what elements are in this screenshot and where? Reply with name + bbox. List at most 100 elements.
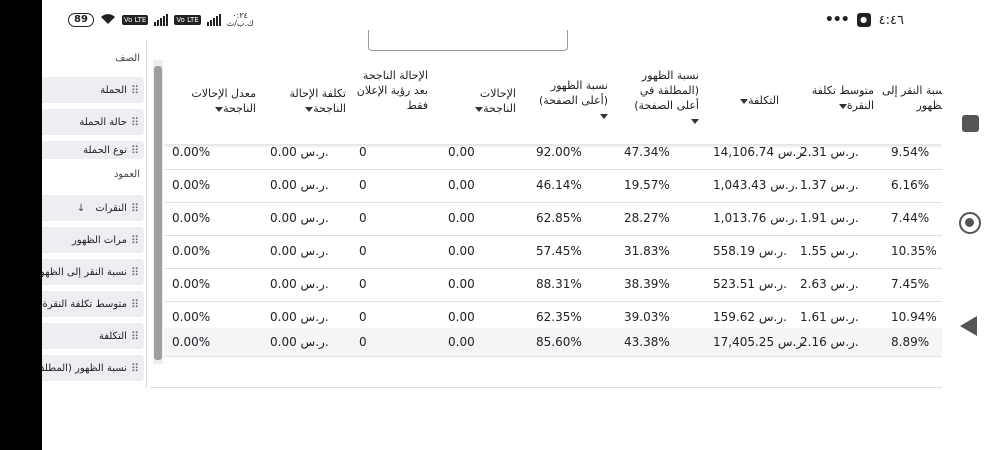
column-chip-clicks[interactable]: ↓ النقرات ⠿	[42, 195, 144, 221]
chip-label: نوع الحملة	[83, 144, 127, 156]
table-cell: 558.19 ر.س.	[713, 244, 787, 258]
rows-header: الصف	[115, 53, 140, 64]
table-cell: 0.00%	[172, 211, 211, 225]
header-label: تكلفة الإحالة الناجحة	[289, 87, 346, 115]
table-cell: 1.91 ر.س.	[800, 211, 859, 225]
header-top[interactable]: نسبة الظهور (أعلى الصفحة)	[536, 78, 608, 123]
header-conversions[interactable]: الإحالات الناجحة	[444, 86, 516, 116]
table-cell: 6.16%	[891, 178, 930, 192]
chip-label: مرات الظهور	[72, 234, 127, 246]
table-cell: 1.55 ر.س.	[800, 244, 859, 258]
table-cell: 0	[359, 277, 367, 291]
drag-handle-icon[interactable]: ⠿	[131, 266, 139, 279]
header-label: التكلفة	[748, 94, 779, 107]
table-cell: 0.00	[448, 244, 475, 258]
table-cell: 0.00 ر.س.	[270, 277, 329, 291]
table-cell: 46.14%	[536, 178, 582, 192]
table-cell: 31.83%	[624, 244, 670, 258]
table-cell: 0	[359, 178, 367, 192]
header-abs-top[interactable]: نسبة الظهور (المطلقة في أعلى الصفحة)	[624, 68, 699, 128]
header-cost-per-conv[interactable]: تكلفة الإحالة الناجحة	[268, 86, 346, 116]
table-cell: 62.85%	[536, 211, 582, 225]
left-black-bar	[0, 0, 42, 450]
table-cell: 0.00 ر.س.	[270, 244, 329, 258]
table-cell: 2.63 ر.س.	[800, 277, 859, 291]
table-cell: 8.89%	[891, 335, 930, 349]
chip-label: التكلفة	[98, 330, 127, 342]
sort-down-icon[interactable]: ↓	[77, 203, 85, 214]
signal-icon	[154, 14, 169, 26]
more-icon: •••	[824, 12, 850, 28]
drag-handle-icon[interactable]: ⠿	[131, 202, 139, 215]
drag-handle-icon[interactable]: ⠿	[131, 362, 139, 375]
header-ctr[interactable]: نسبة النقر إلى الظهور	[878, 83, 942, 113]
table-cell: 0.00	[448, 211, 475, 225]
status-left: 89 Vo LTE Vo LTE ٠:٢٤ ك.ب/ث	[68, 12, 254, 28]
columns-header: العمود	[113, 169, 140, 180]
header-avg-cpc[interactable]: متوسط تكلفة النقرة	[804, 83, 874, 113]
table-cell: 0.00	[448, 335, 475, 349]
table-cell: 0.00 ر.س.	[270, 211, 329, 225]
network-speed: ٠:٢٤ ك.ب/ث	[227, 12, 254, 28]
drag-handle-icon[interactable]: ⠿	[131, 298, 139, 311]
column-chip-ctr[interactable]: نسبة النقر إلى الظهور ⠿	[42, 259, 144, 285]
drag-handle-icon[interactable]: ⠿	[131, 330, 139, 343]
home-icon[interactable]	[959, 212, 981, 234]
table-cell: 10.35%	[891, 244, 937, 258]
sort-caret-icon[interactable]	[838, 103, 847, 109]
sort-caret-icon[interactable]	[691, 118, 699, 124]
header-label: نسبة النقر إلى الظهور	[881, 84, 942, 112]
volte-badge: Vo LTE	[121, 15, 149, 25]
sort-caret-icon[interactable]	[475, 106, 484, 112]
table-cell: 523.51 ر.س.	[713, 277, 787, 291]
table-bottom-border	[150, 387, 942, 388]
table-cell: 0	[359, 335, 367, 349]
table-cell: 2.16 ر.س.	[800, 335, 859, 349]
table-cell: 7.45%	[891, 277, 930, 291]
header-view-through[interactable]: الإحالة الناجحة بعد رؤية الإعلان فقط	[356, 68, 428, 113]
column-chip-impressions[interactable]: مرات الظهور ⠿	[42, 227, 144, 253]
pivot-sidebar: الصف الحملة ⠿ حالة الحملة ⠿ نوع الحملة ⠿…	[42, 40, 146, 390]
table-cell: 17,405.25 ر.س.	[713, 335, 806, 349]
back-icon[interactable]	[960, 316, 977, 336]
table-row: 7.44% 1.91 ر.س. 1,013.76 ر.س. 28.27% 62.85% 0…	[164, 202, 942, 236]
column-chip-avg-cpc[interactable]: متوسط تكلفة النقرة ⠿	[42, 291, 144, 317]
sort-caret-icon[interactable]	[740, 98, 749, 104]
chip-label: حالة الحملة	[79, 116, 127, 128]
navigation-bar	[942, 0, 1000, 450]
row-chip-campaign-status[interactable]: حالة الحملة ⠿	[42, 109, 144, 135]
sort-caret-icon[interactable]	[215, 106, 224, 112]
drag-handle-icon[interactable]: ⠿	[131, 84, 139, 97]
scrollbar-thumb[interactable]	[154, 66, 162, 360]
chip-label: متوسط تكلفة النقرة	[42, 298, 127, 310]
table-header: نسبة النقر إلى الظهور متوسط تكلفة النقرة…	[164, 58, 942, 144]
row-chip-campaign[interactable]: الحملة ⠿	[42, 77, 144, 103]
table-cell: 7.44%	[891, 211, 930, 225]
top-dropdown[interactable]	[368, 30, 568, 51]
header-conv-rate[interactable]: معدل الإحالات الناجحة	[172, 86, 256, 116]
network-speed-unit: ك.ب/ث	[226, 19, 254, 28]
drag-handle-icon[interactable]: ⠿	[131, 144, 139, 157]
row-chip-campaign-type[interactable]: نوع الحملة ⠿	[42, 141, 144, 159]
column-chip-abs-top[interactable]: نسبة الظهور (المطلقة ⠿	[42, 355, 144, 381]
table-cell: 43.38%	[624, 335, 670, 349]
recents-icon[interactable]	[962, 115, 979, 132]
table-cell: 0.00%	[172, 244, 211, 258]
sort-caret-icon[interactable]	[600, 113, 608, 119]
table-cell: 57.45%	[536, 244, 582, 258]
table-row: 10.35% 1.55 ر.س. 558.19 ر.س. 31.83% 57.45% 0.…	[164, 235, 942, 269]
header-cost[interactable]: التكلفة	[709, 93, 779, 108]
table-cell: 0.00%	[172, 335, 211, 349]
table-cell: 88.31%	[536, 277, 582, 291]
table-cell: 1.37 ر.س.	[800, 178, 859, 192]
message-icon: ●	[856, 13, 871, 27]
sort-caret-icon[interactable]	[305, 106, 314, 112]
table-cell: 0.00%	[172, 277, 211, 291]
drag-handle-icon[interactable]: ⠿	[131, 234, 139, 247]
column-chip-cost[interactable]: التكلفة ⠿	[42, 323, 144, 349]
header-label: نسبة الظهور (أعلى الصفحة)	[538, 79, 608, 107]
signal-icon-2	[206, 14, 221, 26]
table-row: 7.45% 2.63 ر.س. 523.51 ر.س. 38.39% 88.31% 0.0…	[164, 268, 942, 302]
drag-handle-icon[interactable]: ⠿	[131, 116, 139, 129]
battery-indicator: 89	[68, 13, 94, 27]
